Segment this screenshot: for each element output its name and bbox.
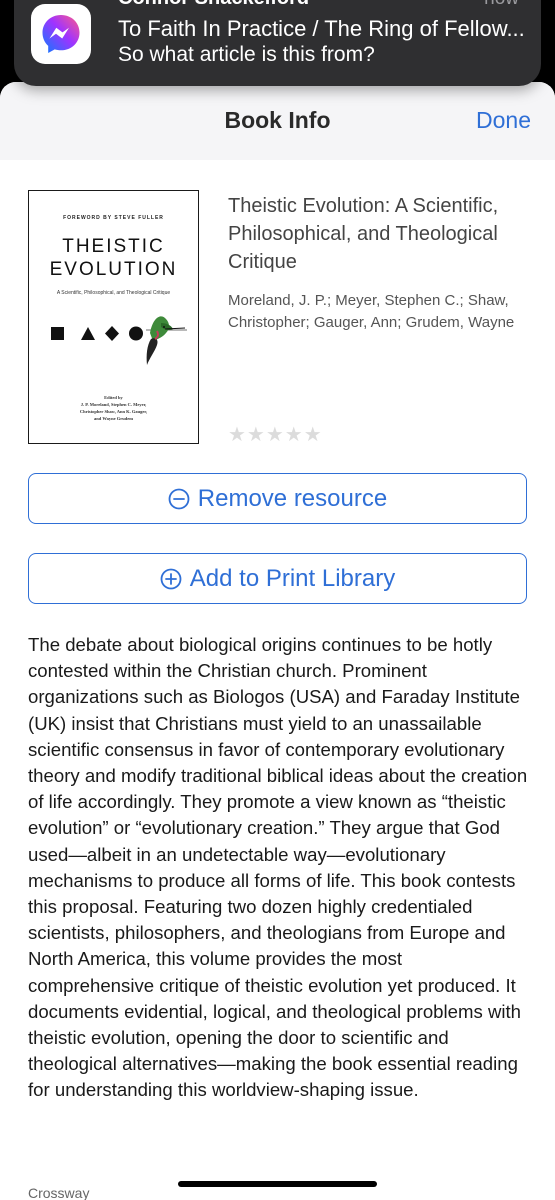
rating-stars[interactable]: ★★★★★ (228, 422, 323, 447)
add-to-print-library-button[interactable]: Add to Print Library (28, 553, 527, 604)
notification-title: To Faith In Practice / The Ring of Fello… (118, 16, 525, 41)
notification-time: now (484, 0, 519, 10)
book-info-sheet: Book Info Done FOREWORD BY STEVE FULLER … (0, 82, 555, 1200)
done-button[interactable]: Done (476, 107, 531, 134)
cover-editors-line: Christopher Shaw, Ann K. Gauger, (79, 409, 148, 414)
cover-title-line2: EVOLUTION (49, 259, 178, 280)
book-authors: Moreland, J. P.; Meyer, Stephen C.; Shaw… (228, 292, 515, 331)
add-to-print-library-label: Add to Print Library (189, 564, 396, 592)
cover-title-line1: THEISTIC (62, 236, 165, 257)
cover-edited-by: Edited by (104, 395, 123, 400)
notification-sender: Connor Shackelford (118, 0, 309, 10)
cover-editors-line: J. P. Moreland, Stephen C. Meyer, (80, 402, 147, 407)
push-notification[interactable]: Connor Shackelford now To Faith In Pract… (14, 0, 541, 86)
cover-editors: Edited by J. P. Moreland, Stephen C. Mey… (29, 394, 198, 422)
plus-circle-icon (160, 568, 182, 589)
remove-resource-button[interactable]: Remove resource (28, 473, 527, 524)
cover-foreword: FOREWORD BY STEVE FULLER (63, 215, 164, 221)
header-bar: Book Info Done (0, 82, 555, 160)
notification-body: So what article is this from? (118, 43, 375, 66)
book-description: The debate about biological origins cont… (28, 634, 528, 1101)
cover-subtitle: A Scientific, Philosophical, and Theolog… (56, 290, 171, 296)
cover-editors-line: and Wayne Grudem (94, 416, 133, 421)
home-indicator[interactable] (178, 1181, 377, 1187)
book-title: Theistic Evolution: A Scientific, Philos… (228, 195, 499, 273)
book-cover: FOREWORD BY STEVE FULLER THEISTIC EVOLUT… (28, 190, 199, 444)
messenger-icon (31, 4, 91, 64)
minus-circle-icon (168, 488, 190, 509)
page-title: Book Info (224, 107, 331, 133)
remove-resource-label: Remove resource (197, 484, 388, 512)
cover-art-shapes-hummingbird (51, 316, 187, 365)
book-publisher: Crossway (28, 1185, 90, 1200)
